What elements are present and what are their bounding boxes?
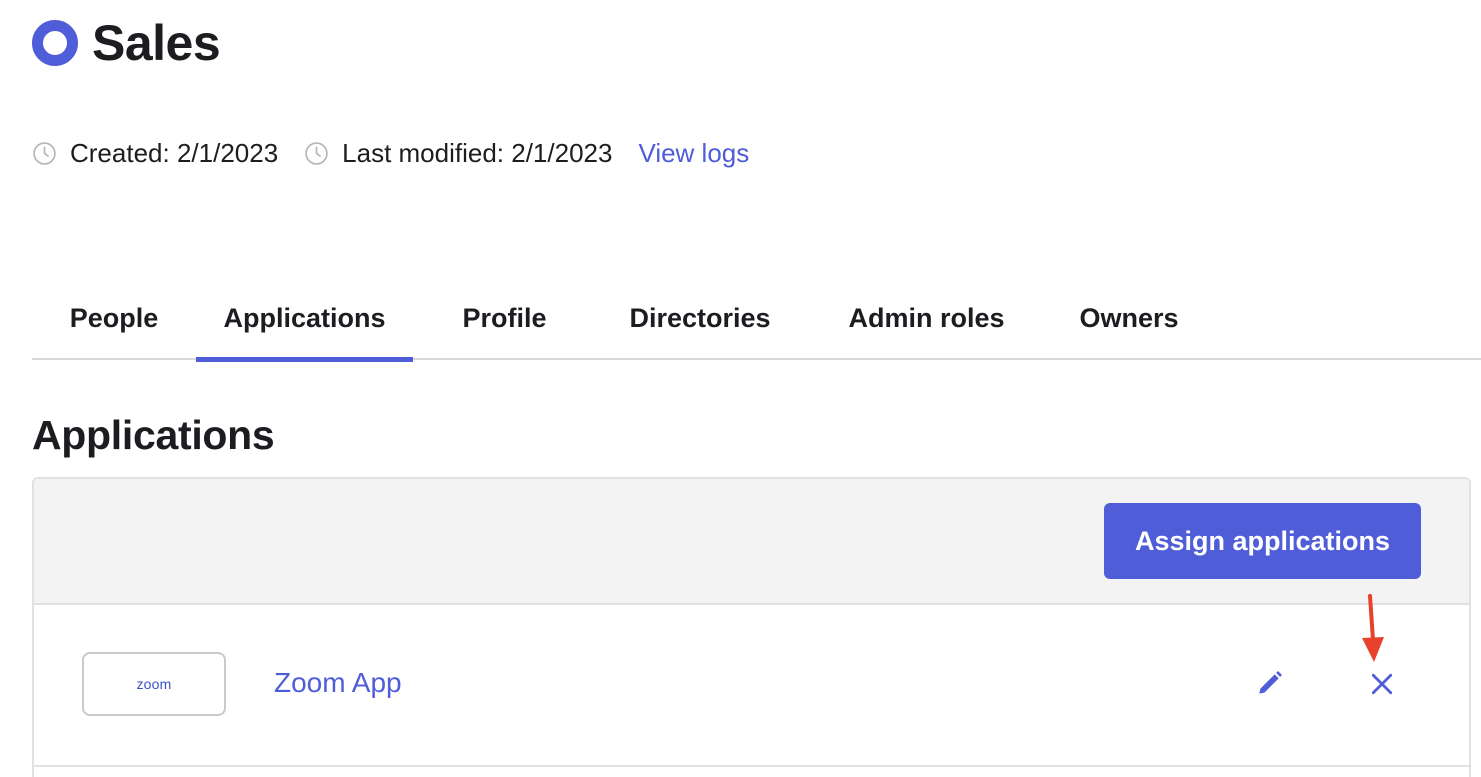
page-title: Sales	[92, 15, 221, 71]
last-modified-date: Last modified: 2/1/2023	[342, 138, 613, 168]
panel-toolbar: Assign applications	[34, 479, 1469, 605]
applications-panel: Assign applications zoom Zoom App	[32, 477, 1471, 777]
group-header: Sales	[32, 14, 221, 72]
zoom-logo: zoom	[82, 652, 226, 716]
modified-info: Last modified: 2/1/2023	[304, 138, 612, 169]
group-ring-icon	[32, 20, 78, 66]
tab-people[interactable]: People	[32, 292, 196, 360]
group-page: Sales Created: 2/1/2023 Last modified: 2…	[0, 0, 1481, 777]
group-tabs: People Applications Profile Directories …	[32, 292, 1481, 362]
tab-directories[interactable]: Directories	[596, 292, 804, 360]
pencil-icon[interactable]	[1254, 667, 1286, 699]
table-row: zoom Zoom App	[34, 605, 1469, 767]
meta-row: Created: 2/1/2023 Last modified: 2/1/202…	[32, 138, 749, 169]
clock-icon	[305, 142, 328, 165]
close-icon[interactable]	[1367, 669, 1397, 699]
clock-icon	[33, 142, 56, 165]
tab-owners[interactable]: Owners	[1049, 292, 1209, 360]
red-arrow-icon	[1362, 594, 1384, 662]
created-info: Created: 2/1/2023	[32, 138, 278, 169]
created-date: Created: 2/1/2023	[70, 138, 279, 168]
view-logs-link[interactable]: View logs	[638, 138, 749, 169]
tab-profile[interactable]: Profile	[413, 292, 596, 360]
tab-admin-roles[interactable]: Admin roles	[804, 292, 1049, 360]
assign-applications-button[interactable]: Assign applications	[1104, 503, 1421, 579]
app-name-link[interactable]: Zoom App	[274, 667, 402, 699]
tab-applications[interactable]: Applications	[196, 292, 413, 362]
section-title: Applications	[32, 412, 275, 458]
zoom-logo-text: zoom	[136, 676, 172, 692]
